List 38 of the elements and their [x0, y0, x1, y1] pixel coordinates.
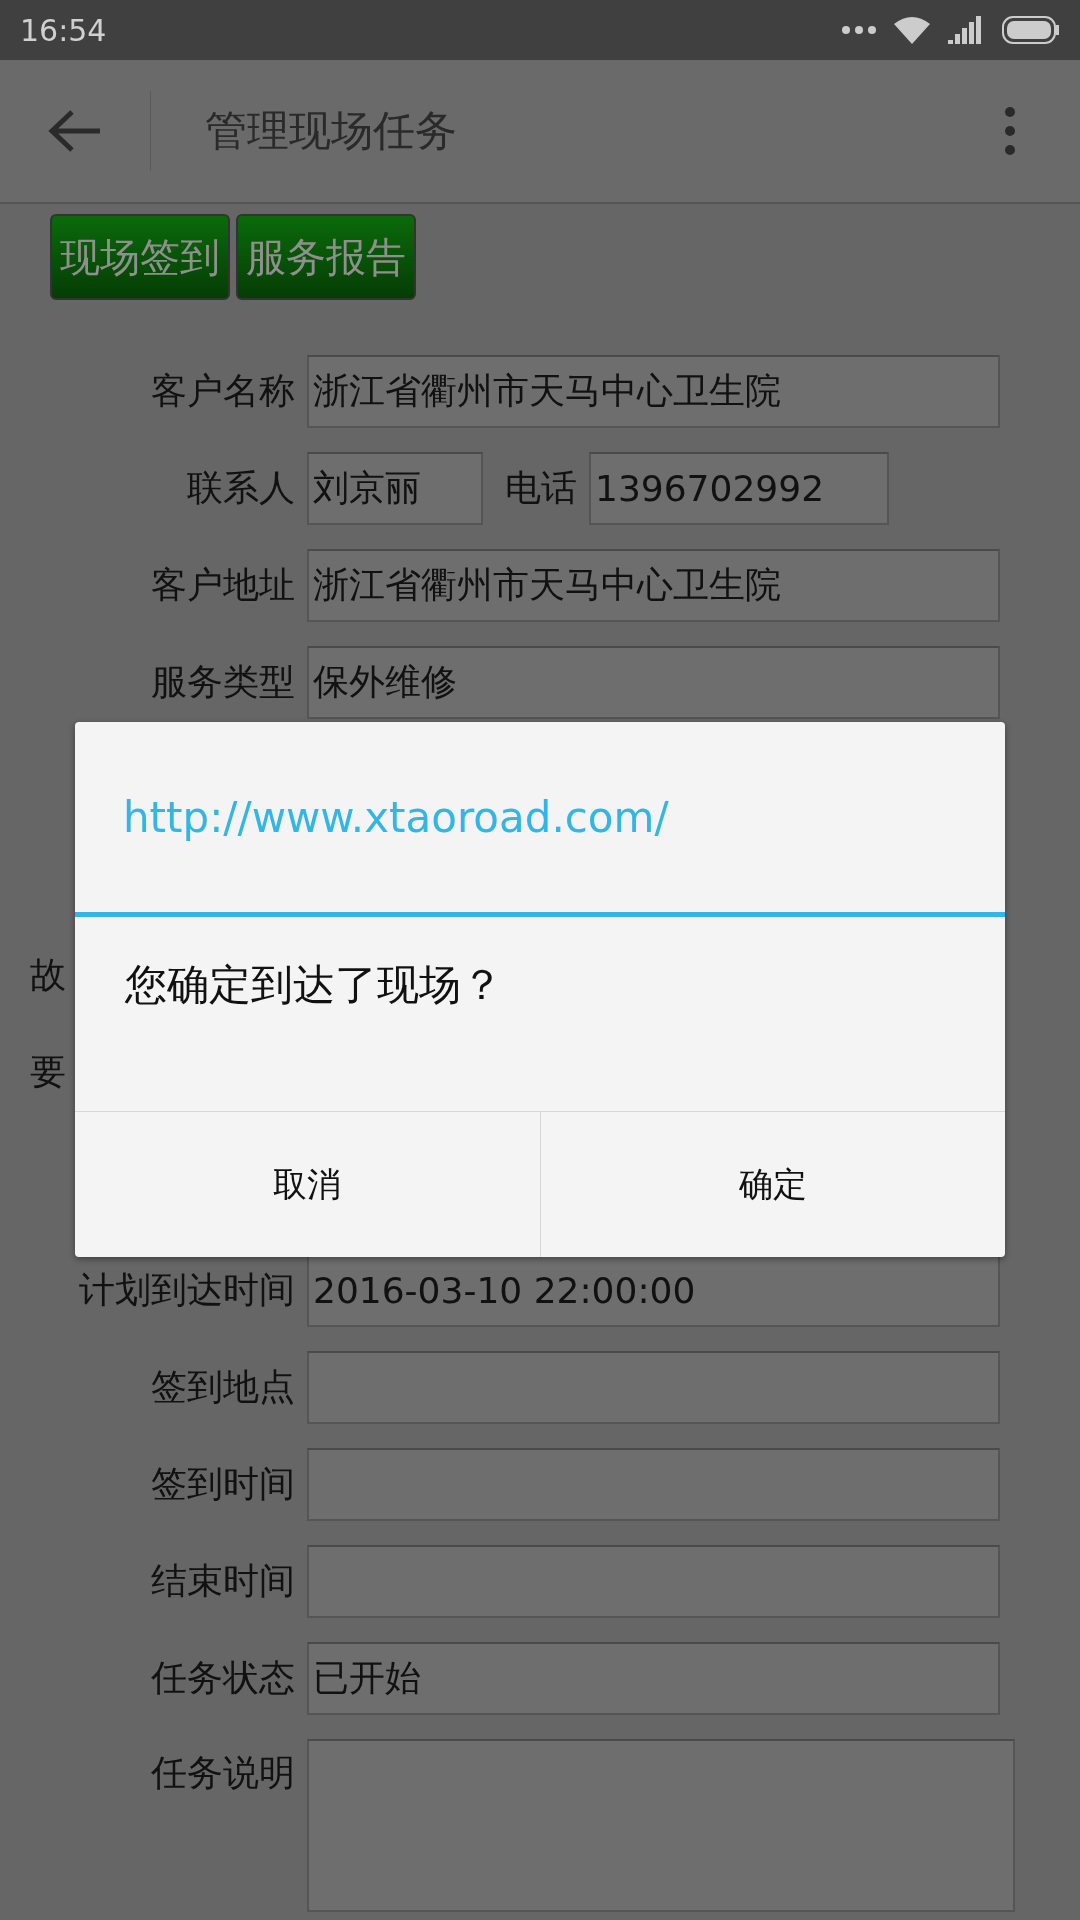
- action-button[interactable]: 服务报告: [236, 214, 416, 300]
- dialog-button[interactable]: 取消: [75, 1112, 540, 1257]
- page-title: 管理现场任务: [205, 105, 458, 157]
- field-label: 签到时间: [150, 1462, 295, 1506]
- field-label: 签到地点: [150, 1365, 295, 1409]
- field-label: 结束时间: [150, 1559, 295, 1603]
- dialog-button[interactable]: 确定: [539, 1112, 1005, 1257]
- text-field[interactable]: 1396702992: [589, 452, 889, 525]
- field-label: 故: [29, 953, 66, 997]
- text-field[interactable]: [307, 1545, 1000, 1618]
- text-field[interactable]: 刘京丽: [307, 452, 483, 525]
- text-area[interactable]: [307, 1739, 1015, 1912]
- field-label: 计划到达时间: [78, 1268, 295, 1312]
- dots-icon: [842, 26, 876, 34]
- field-label: 联系人: [186, 466, 295, 510]
- text-field[interactable]: 浙江省衢州市天马中心卫生院: [307, 549, 1000, 622]
- text-field[interactable]: [307, 1351, 1000, 1424]
- wifi-icon: [894, 16, 930, 44]
- text-field[interactable]: 浙江省衢州市天马中心卫生院: [307, 355, 1000, 428]
- signal-icon: [948, 16, 984, 44]
- dialog-title: http://www.xtaoroad.com/: [75, 722, 1005, 917]
- field-label: 客户名称: [150, 369, 295, 413]
- status-time: 16:54: [20, 12, 107, 48]
- text-field[interactable]: 2016-03-10 22:00:00: [307, 1254, 1000, 1327]
- text-field[interactable]: 已开始: [307, 1642, 1000, 1715]
- field-label: 任务状态: [150, 1656, 295, 1700]
- dialog-message: 您确定到达了现场？: [124, 959, 504, 1011]
- back-arrow-icon: [48, 109, 102, 153]
- field-label: 客户地址: [150, 563, 295, 607]
- battery-icon: [1002, 16, 1060, 44]
- field-label: 服务类型: [150, 660, 295, 704]
- text-field[interactable]: 保外维修: [307, 646, 1000, 719]
- action-button[interactable]: 现场签到: [50, 214, 230, 300]
- field-label: 要: [29, 1050, 66, 1094]
- text-field[interactable]: [307, 1448, 1000, 1521]
- more-icon: [1004, 106, 1016, 156]
- field-label: 电话: [505, 466, 577, 510]
- field-label: 任务说明: [150, 1751, 295, 1795]
